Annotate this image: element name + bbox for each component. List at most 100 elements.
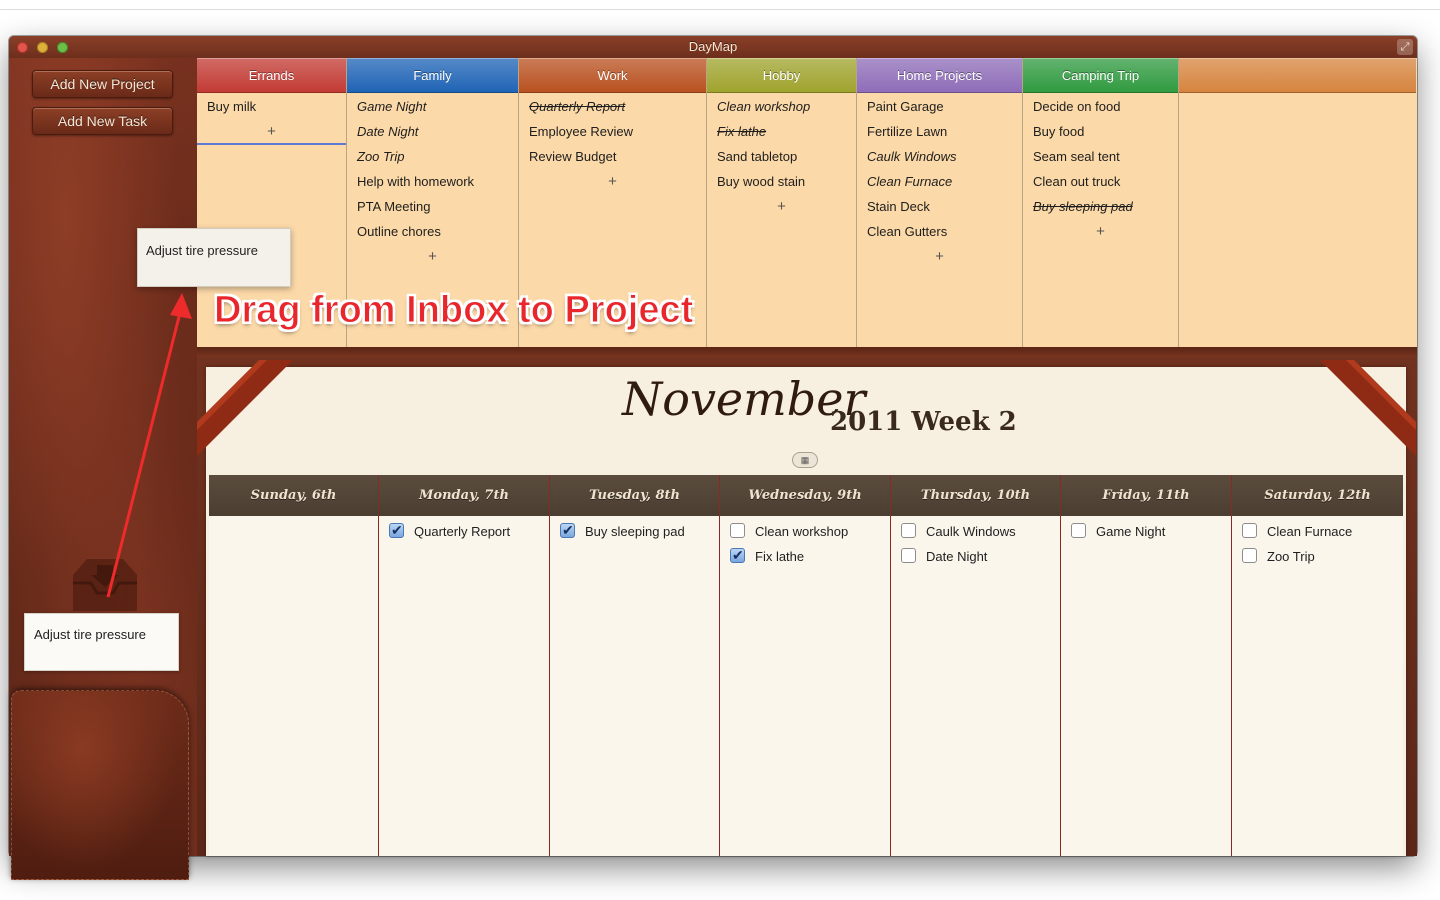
day-column: Saturday, 12th Clean Furnace Zoo Trip	[1232, 475, 1403, 856]
calendar-task-label: Quarterly Report	[414, 524, 511, 539]
checkbox-icon[interactable]	[1242, 548, 1257, 563]
corner-ribbon-left	[197, 360, 293, 456]
project-task[interactable]: Clean workshop	[707, 94, 856, 119]
calendar-task-label: Clean workshop	[755, 524, 849, 539]
panel-divider[interactable]	[197, 347, 1417, 358]
calendar-month: November	[622, 372, 866, 426]
calendar-task[interactable]: Clean Furnace	[1232, 519, 1403, 544]
project-task[interactable]: Clean Gutters	[857, 219, 1022, 244]
calendar-year-week: 2011 Week 2	[830, 407, 1017, 437]
inbox-task-note[interactable]: Adjust tire pressure	[24, 613, 179, 671]
fullscreen-icon[interactable]: ⤢	[1397, 39, 1413, 55]
add-task-plus-icon[interactable]: +	[707, 194, 856, 219]
calendar-task-label: Game Night	[1096, 524, 1166, 539]
project-task[interactable]: Stain Deck	[857, 194, 1022, 219]
project-task[interactable]: Fix lathe	[707, 119, 856, 144]
calendar-task[interactable]: Quarterly Report	[379, 518, 549, 544]
inbox-task-label: Adjust tire pressure	[34, 627, 146, 642]
day-header: Saturday, 12th	[1232, 475, 1403, 516]
checkbox-icon[interactable]	[901, 523, 916, 538]
project-header[interactable]	[1179, 58, 1416, 93]
checkbox-icon[interactable]	[901, 548, 916, 563]
project-task[interactable]: Clean out truck	[1023, 169, 1178, 194]
project-header[interactable]: Work	[519, 58, 706, 93]
project-task[interactable]: Buy food	[1023, 119, 1178, 144]
project-task[interactable]: Paint Garage	[857, 94, 1022, 119]
annotation-drag-instruction: Drag from Inbox to Project	[213, 289, 694, 332]
project-header[interactable]: Family	[347, 58, 518, 93]
project-task[interactable]: PTA Meeting	[347, 194, 518, 219]
day-column: Monday, 7th Quarterly Report	[379, 475, 550, 856]
day-column: Friday, 11th Game Night	[1061, 475, 1232, 856]
checkbox-icon[interactable]	[1071, 523, 1086, 538]
project-task[interactable]: Buy sleeping pad	[1023, 194, 1178, 219]
project-task[interactable]: Quarterly Report	[519, 94, 706, 119]
calendar-task-label: Caulk Windows	[926, 524, 1016, 539]
project-task[interactable]: Buy wood stain	[707, 169, 856, 194]
add-new-task-button[interactable]: Add New Task	[32, 107, 173, 135]
project-column	[1179, 58, 1416, 347]
checkbox-icon[interactable]	[1242, 523, 1257, 538]
project-header[interactable]: Camping Trip	[1023, 58, 1178, 93]
project-task[interactable]: Date Night	[347, 119, 518, 144]
checked-checkbox-icon[interactable]	[730, 543, 745, 568]
project-task[interactable]: Employee Review	[519, 119, 706, 144]
calendar-task-label: Zoo Trip	[1267, 549, 1315, 564]
calendar-task-label: Fix lathe	[755, 549, 805, 564]
drop-target-indicator	[197, 143, 346, 145]
title-bar: DayMap ⤢	[9, 36, 1417, 58]
calendar-task[interactable]: Caulk Windows	[891, 519, 1060, 544]
calendar-task[interactable]: Zoo Trip	[1232, 544, 1403, 569]
day-header: Wednesday, 9th	[720, 475, 890, 516]
add-task-plus-icon[interactable]: +	[197, 119, 346, 144]
project-task[interactable]: Caulk Windows	[857, 144, 1022, 169]
add-task-plus-icon[interactable]: +	[1023, 219, 1178, 244]
dragging-task-note[interactable]: Adjust tire pressure	[137, 228, 291, 287]
add-new-project-button[interactable]: Add New Project	[32, 70, 173, 98]
calendar-task-label: Buy sleeping pad	[585, 524, 685, 539]
project-task[interactable]: Buy milk	[197, 94, 346, 119]
project-task[interactable]: Decide on food	[1023, 94, 1178, 119]
dragging-task-label: Adjust tire pressure	[146, 243, 258, 258]
drag-arrow	[106, 293, 192, 598]
add-task-plus-icon[interactable]: +	[347, 244, 518, 269]
project-header[interactable]: Hobby	[707, 58, 856, 93]
project-header[interactable]: Errands	[197, 58, 346, 93]
top-divider-line	[0, 9, 1440, 10]
week-grid: Sunday, 6thMonday, 7th Quarterly Report Tu…	[209, 475, 1403, 856]
day-column: Tuesday, 8th Buy sleeping pad	[550, 475, 720, 856]
project-task[interactable]: Clean Furnace	[857, 169, 1022, 194]
day-column: Wednesday, 9th Clean workshop Fix lathe	[720, 475, 891, 856]
add-task-plus-icon[interactable]: +	[857, 244, 1022, 269]
project-task[interactable]: Fertilize Lawn	[857, 119, 1022, 144]
day-header: Thursday, 10th	[891, 475, 1060, 516]
calendar-task[interactable]: Buy sleeping pad	[550, 518, 719, 544]
day-header: Tuesday, 8th	[550, 475, 719, 516]
checked-checkbox-icon[interactable]	[560, 518, 575, 543]
calendar-task[interactable]: Game Night	[1061, 519, 1231, 544]
calendar-task[interactable]: Clean workshop	[720, 519, 890, 544]
day-column: Thursday, 10th Caulk Windows Date Night	[891, 475, 1061, 856]
day-header: Friday, 11th	[1061, 475, 1231, 516]
project-task[interactable]: Help with homework	[347, 169, 518, 194]
project-task[interactable]: Sand tabletop	[707, 144, 856, 169]
calendar-view-toggle-icon[interactable]: ▦	[792, 452, 818, 468]
calendar-task-label: Clean Furnace	[1267, 524, 1353, 539]
corner-ribbon-right	[1320, 360, 1416, 456]
day-header: Sunday, 6th	[209, 475, 378, 516]
day-header: Monday, 7th	[379, 475, 549, 516]
project-column: Hobby Clean workshop Fix lathe Sand tableto…	[707, 58, 857, 347]
calendar-task-label: Date Night	[926, 549, 988, 564]
checked-checkbox-icon[interactable]	[389, 518, 404, 543]
checkbox-icon[interactable]	[730, 523, 745, 538]
project-header[interactable]: Home Projects	[857, 58, 1022, 93]
add-task-plus-icon[interactable]: +	[519, 169, 706, 194]
project-task[interactable]: Outline chores	[347, 219, 518, 244]
project-column: Camping Trip Decide on food Buy food Seam s…	[1023, 58, 1179, 347]
project-task[interactable]: Game Night	[347, 94, 518, 119]
project-task[interactable]: Zoo Trip	[347, 144, 518, 169]
project-task[interactable]: Review Budget	[519, 144, 706, 169]
calendar-task[interactable]: Fix lathe	[720, 543, 890, 569]
calendar-task[interactable]: Date Night	[891, 544, 1060, 569]
project-task[interactable]: Seam seal tent	[1023, 144, 1178, 169]
